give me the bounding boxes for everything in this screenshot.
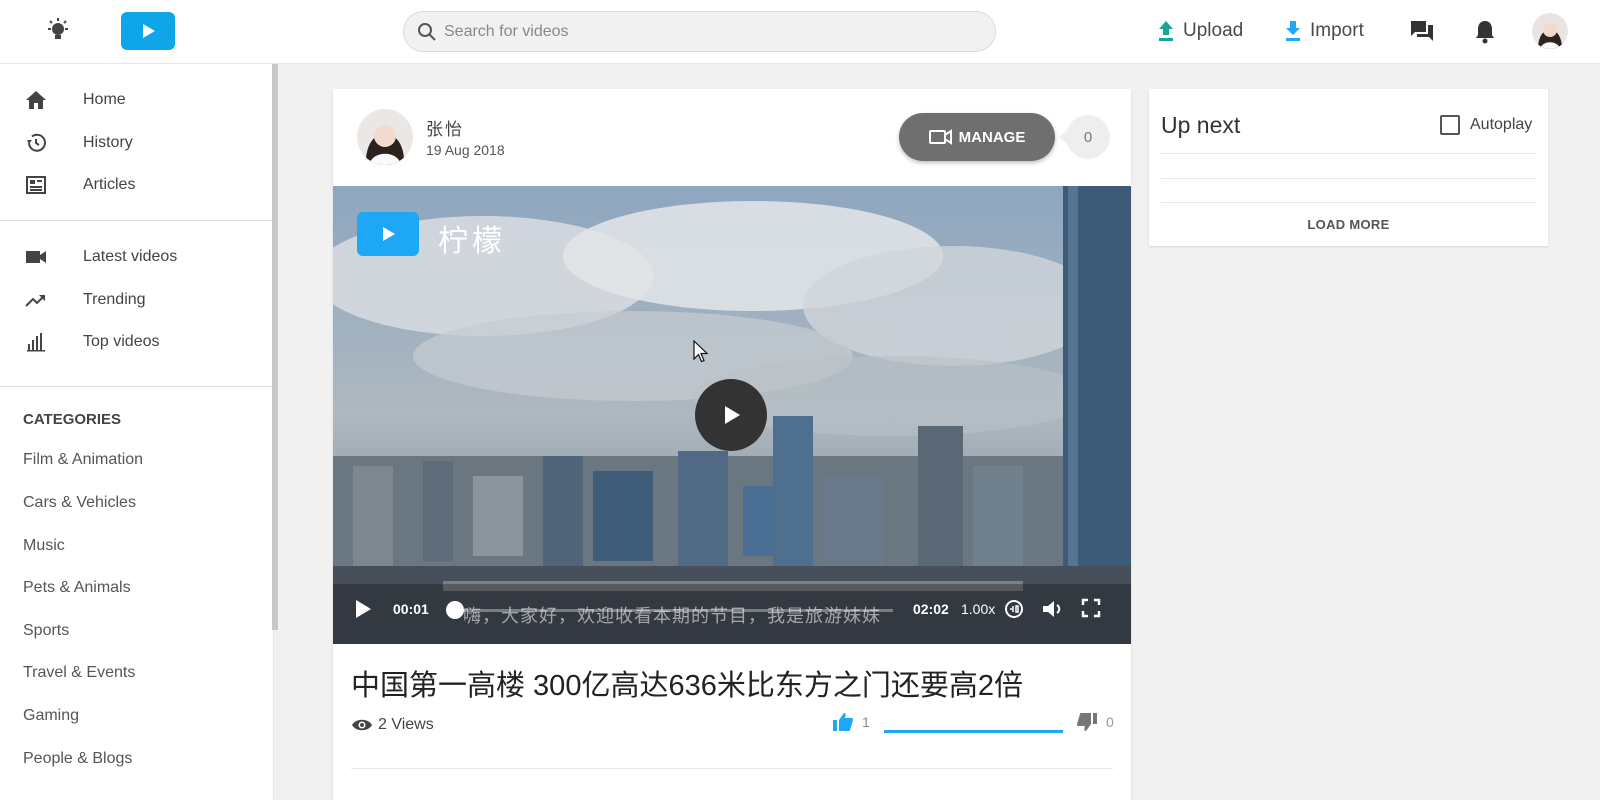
autoplay-label: Autoplay [1470,116,1533,133]
sidebar-item-latest-videos[interactable]: Latest videos [0,237,274,277]
sidebar-item-label: Home [83,91,126,108]
top-bar: Upload Import [0,0,1600,64]
publish-date: 19 Aug 2018 [426,142,505,158]
chat-icon[interactable] [1409,18,1435,44]
videocam-icon [26,251,46,263]
watermark-text: 柠檬 [438,225,506,258]
download-icon [1286,21,1300,41]
upload-button[interactable]: Upload [1157,16,1243,46]
article-icon [26,176,46,194]
like-count: 1 [862,714,870,730]
thumbs-down-icon [1077,713,1097,731]
autoplay-toggle[interactable]: Autoplay [1440,115,1532,135]
fullscreen-icon[interactable] [1081,598,1101,618]
up-next-title: Up next [1161,112,1241,138]
comment-count-badge: 0 [1058,115,1110,159]
sidebar: Home History Articles Latest videos Tren… [0,64,274,800]
eye-icon [352,719,372,731]
bar-chart-icon [27,333,45,352]
home-icon [26,91,46,109]
video-player[interactable]: 柠檬 嗨，大家好，欢迎收看本期的节目，我是旅游妹妹 00:01 02:02 1.… [333,186,1131,644]
avatar-image [357,109,413,165]
search-icon[interactable] [417,22,437,42]
play-icon[interactable] [353,598,373,620]
bell-icon[interactable] [1473,18,1497,44]
trending-icon [25,295,45,307]
category-travel-events[interactable]: Travel & Events [23,664,135,682]
search-bar[interactable] [403,11,996,52]
up-next-divider [1161,153,1536,154]
card-divider [351,768,1113,769]
video-subtitle: 嗨，大家好，欢迎收看本期的节目，我是旅游妹妹 [463,606,881,626]
views-label: 2 Views [378,716,434,733]
play-icon [143,24,155,38]
up-next-panel: Up next Autoplay LOAD MORE [1149,89,1548,246]
videocam-outline-icon [928,129,952,145]
category-gaming[interactable]: Gaming [23,707,79,725]
manage-button[interactable]: MANAGE [899,113,1055,161]
sidebar-divider [0,220,274,221]
dislike-count: 0 [1106,714,1114,730]
video-card: 张怡 19 Aug 2018 MANAGE 0 柠檬 嗨，大家好，欢迎收看本期的… [333,89,1131,800]
avatar-image [1532,13,1568,49]
sidebar-item-label: History [83,134,133,151]
autoplay-checkbox[interactable] [1440,115,1460,135]
volume-icon[interactable] [1041,598,1065,620]
sidebar-scrollbar[interactable] [272,64,278,630]
dislike-button[interactable]: 0 [1076,712,1114,732]
categories-heading: CATEGORIES [23,411,122,428]
play-icon [383,227,395,241]
view-count: 2 Views [351,716,434,734]
user-avatar[interactable] [1532,13,1568,49]
category-pets-animals[interactable]: Pets & Animals [23,579,131,597]
sidebar-item-label: Top videos [83,333,160,350]
sidebar-item-history[interactable]: History [0,123,274,163]
category-sports[interactable]: Sports [23,622,69,640]
progress-handle[interactable] [446,601,464,619]
sidebar-item-home[interactable]: Home [0,80,274,120]
big-play-button[interactable] [695,379,767,451]
category-people-blogs[interactable]: People & Blogs [23,750,132,768]
sidebar-item-top-videos[interactable]: Top videos [0,322,274,362]
playback-rate[interactable]: 1.00x [961,601,995,617]
search-input[interactable] [444,12,984,51]
up-next-divider [1161,178,1536,179]
sidebar-item-articles[interactable]: Articles [0,165,274,205]
lightbulb-icon[interactable] [44,16,72,44]
sidebar-divider [0,386,274,387]
current-time: 00:01 [393,601,429,617]
mouse-cursor-icon [693,340,709,363]
load-more-button[interactable]: LOAD MORE [1149,217,1548,232]
like-button[interactable]: 1 [832,712,870,732]
category-cars-vehicles[interactable]: Cars & Vehicles [23,494,136,512]
import-button[interactable]: Import [1284,16,1364,46]
history-icon [27,133,46,152]
progress-bar[interactable] [463,609,893,612]
category-film-animation[interactable]: Film & Animation [23,451,143,469]
import-label: Import [1310,20,1364,41]
up-next-divider [1161,202,1536,203]
site-logo[interactable] [121,12,175,50]
category-music[interactable]: Music [23,537,65,555]
channel-name[interactable]: 张怡 [426,115,464,140]
sidebar-item-trending[interactable]: Trending [0,280,274,320]
channel-avatar[interactable] [357,109,413,165]
play-icon [725,406,740,424]
upload-icon [1159,21,1173,41]
sidebar-item-label: Trending [83,291,146,308]
thumbs-up-icon [833,713,853,731]
duration: 02:02 [913,601,949,617]
player-controls: 嗨，大家好，欢迎收看本期的节目，我是旅游妹妹 00:01 02:02 1.00x [333,584,1131,644]
like-ratio-bar [884,730,1063,733]
replay-10-icon[interactable] [1003,598,1025,620]
manage-label: MANAGE [958,128,1026,146]
video-title: 中国第一高楼 300亿高达636米比东方之门还要高2倍 [351,670,1023,702]
upload-label: Upload [1183,20,1244,41]
watermark-logo [357,212,419,256]
sidebar-item-label: Latest videos [83,248,178,265]
sidebar-item-label: Articles [83,176,136,193]
